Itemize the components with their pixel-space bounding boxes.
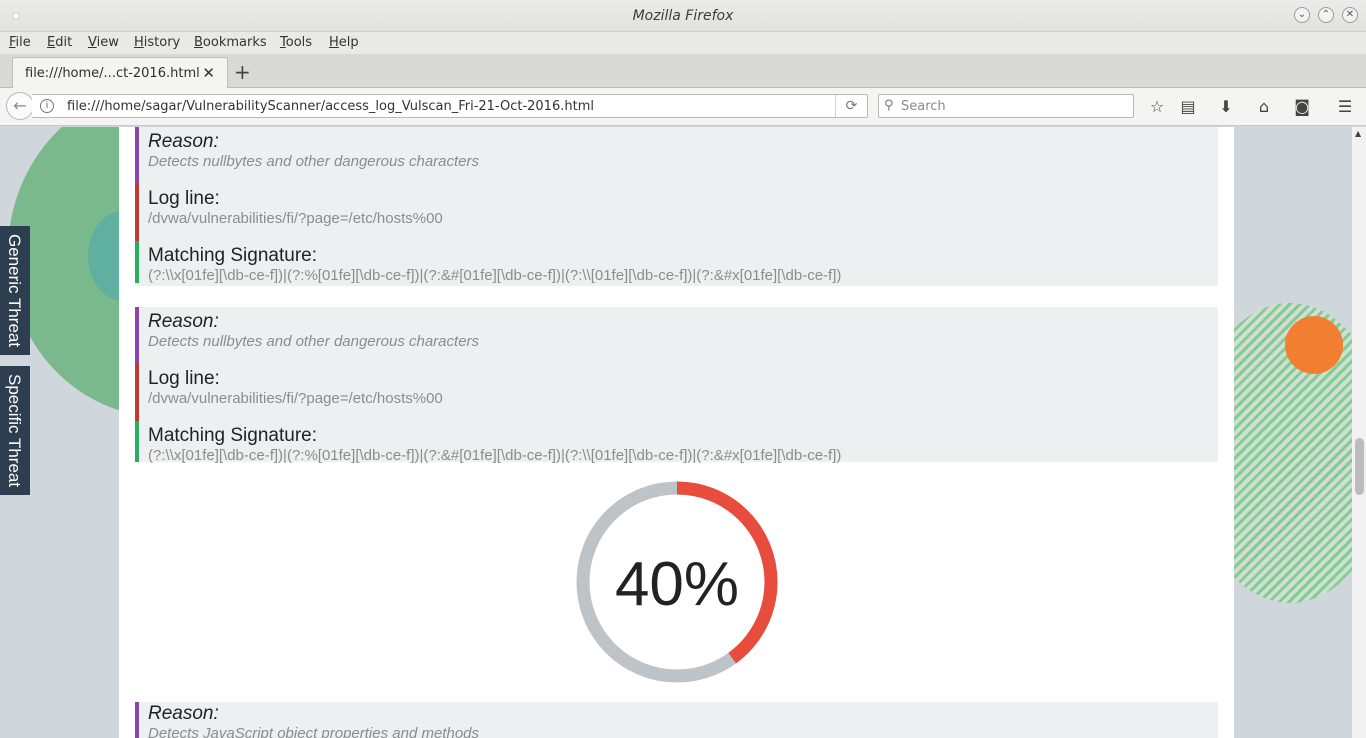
reason-text: Detects nullbytes and other dangerous ch…: [148, 153, 480, 170]
url-bar[interactable]: i file:///home/sagar/VulnerabilityScanne…: [32, 94, 868, 118]
log-line-text: /dvwa/vulnerabilities/fi/?page=/etc/host…: [148, 210, 443, 227]
generic-threat-tab[interactable]: Generic Threat: [0, 226, 30, 355]
signature-heading: Matching Signature:: [148, 425, 317, 446]
scrollbar-thumb[interactable]: [1355, 438, 1364, 495]
specific-threat-tab[interactable]: Specific Threat: [0, 366, 30, 495]
minimize-button[interactable]: ⌄: [1294, 7, 1310, 23]
reason-section: Reason: Detects JavaScript object proper…: [135, 702, 1218, 738]
log-line-heading: Log line:: [148, 368, 220, 389]
menu-file[interactable]: File: [9, 35, 31, 50]
menu-bar: File Edit View History Bookmarks Tools H…: [0, 32, 1366, 54]
signature-text: (?:\\x[01fe][\db-ce-f])|(?:%[01fe][\db-c…: [148, 267, 842, 284]
log-line-text: /dvwa/vulnerabilities/fi/?page=/etc/host…: [148, 390, 443, 407]
log-line-heading: Log line:: [148, 188, 220, 209]
generic-threat-label: Generic Threat: [5, 234, 24, 348]
reason-heading: Reason:: [148, 703, 219, 724]
menu-history[interactable]: History: [134, 35, 180, 50]
page-content: Reason: Detects nullbytes and other dang…: [0, 127, 1352, 738]
scroll-up-arrow-icon[interactable]: ▲: [1355, 129, 1361, 138]
tab-active[interactable]: file:///home/...ct-2016.html ✕: [12, 57, 228, 88]
reason-text: Detects JavaScript object properties and…: [148, 725, 480, 738]
signature-section: Matching Signature: (?:\\x[01fe][\db-ce-…: [135, 241, 1218, 284]
search-icon: ⚲: [884, 98, 894, 113]
menu-help[interactable]: Help: [329, 35, 359, 50]
hamburger-menu-icon[interactable]: ☰: [1334, 96, 1356, 118]
signature-heading: Matching Signature:: [148, 245, 317, 266]
back-button[interactable]: ←: [6, 92, 34, 120]
vertical-scrollbar[interactable]: ▲: [1352, 127, 1366, 738]
decorative-circle-orange: [1285, 316, 1343, 374]
signature-section: Matching Signature: (?:\\x[01fe][\db-ce-…: [135, 421, 1218, 464]
ring-percentage-label: 40%: [615, 550, 739, 619]
pocket-icon[interactable]: ◙: [1291, 96, 1313, 118]
reason-heading: Reason:: [148, 131, 219, 152]
reading-list-icon[interactable]: ▤: [1177, 96, 1199, 118]
threat-entry: Reason: Detects nullbytes and other dang…: [135, 307, 1218, 464]
log-line-section: Log line: /dvwa/vulnerabilities/fi/?page…: [135, 364, 1218, 421]
site-info-icon[interactable]: i: [40, 99, 54, 113]
search-bar[interactable]: ⚲: [878, 94, 1134, 118]
menu-bookmarks[interactable]: Bookmarks: [194, 35, 267, 50]
home-icon[interactable]: ⌂: [1253, 96, 1275, 118]
url-text[interactable]: file:///home/sagar/VulnerabilityScanner/…: [67, 99, 594, 114]
reload-icon[interactable]: ⟳: [835, 95, 867, 117]
reason-heading: Reason:: [148, 311, 219, 332]
menu-edit[interactable]: Edit: [47, 35, 72, 50]
reason-section: Reason: Detects nullbytes and other dang…: [135, 127, 1218, 184]
menu-view[interactable]: View: [88, 35, 119, 50]
new-tab-icon[interactable]: +: [234, 60, 251, 84]
reason-text: Detects nullbytes and other dangerous ch…: [148, 333, 480, 350]
navigation-bar: ← i file:///home/sagar/VulnerabilityScan…: [0, 88, 1366, 126]
signature-text: (?:\\x[01fe][\db-ce-f])|(?:%[01fe][\db-c…: [148, 447, 842, 464]
threat-entry: Reason: Detects JavaScript object proper…: [135, 702, 1218, 738]
reason-section: Reason: Detects nullbytes and other dang…: [135, 307, 1218, 364]
window-title: Mozilla Firefox: [632, 8, 734, 24]
bookmark-star-icon[interactable]: ☆: [1146, 96, 1168, 118]
menu-tools[interactable]: Tools: [280, 35, 312, 50]
specific-threat-label: Specific Threat: [5, 374, 24, 488]
threat-percentage-ring: 40%: [576, 481, 778, 683]
threat-entry: Reason: Detects nullbytes and other dang…: [135, 127, 1218, 286]
log-line-section: Log line: /dvwa/vulnerabilities/fi/?page…: [135, 184, 1218, 241]
tab-title: file:///home/...ct-2016.html: [25, 66, 200, 81]
close-window-button[interactable]: ✕: [1342, 7, 1358, 23]
maximize-button[interactable]: ⌃: [1318, 7, 1334, 23]
search-input[interactable]: [901, 97, 1126, 115]
close-tab-icon[interactable]: ✕: [202, 64, 215, 82]
window-titlebar: Mozilla Firefox ⌄ ⌃ ✕: [0, 0, 1366, 32]
downloads-icon[interactable]: ⬇: [1215, 96, 1237, 118]
tab-bar: file:///home/...ct-2016.html ✕ +: [0, 54, 1366, 88]
